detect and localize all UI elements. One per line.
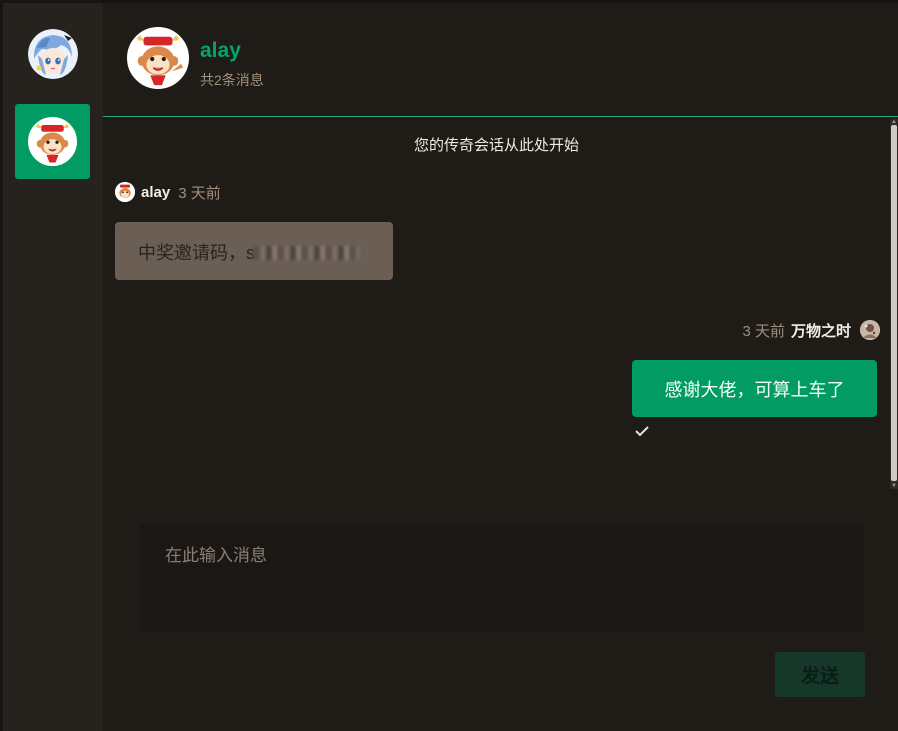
message-count: 共2条消息 [200, 72, 264, 88]
message-text: 中奖邀请码，s [138, 243, 255, 263]
send-button[interactable]: 发送 [775, 652, 865, 697]
monkey-cartoon-avatar-icon [115, 182, 135, 202]
chat-header: alay 共2条消息 [103, 3, 898, 117]
message-time: 3 天前 [742, 322, 785, 340]
message-input[interactable] [140, 525, 864, 632]
redacted-text [253, 246, 359, 260]
message-time: 3 天前 [178, 184, 221, 202]
message-meta: 3 天前 万物之时 [742, 318, 880, 342]
message-bubble-received: 中奖邀请码，s [115, 222, 393, 280]
contact-name: alay [200, 39, 241, 62]
monkey-cartoon-avatar-icon[interactable] [127, 27, 189, 89]
chat-panel: alay 共2条消息 ▲ ▼ 您的传奇会话从此处开始 alay 3 天前 中奖邀… [103, 3, 898, 731]
check-icon [634, 423, 650, 439]
message-meta: alay 3 天前 [115, 181, 221, 203]
user-avatar-icon [860, 320, 880, 340]
scrollbar-thumb[interactable] [891, 125, 897, 481]
message-text: 感谢大佬，可算上车了 [664, 379, 845, 400]
sender-name: 万物之时 [790, 322, 851, 340]
scrollbar[interactable]: ▲ ▼ [890, 119, 898, 489]
sidebar [3, 3, 103, 731]
monkey-cartoon-avatar-icon [28, 117, 77, 166]
sender-name: alay [141, 183, 171, 201]
message-bubble-sent: 感谢大佬，可算上车了 [632, 360, 877, 417]
scroll-down-icon[interactable]: ▼ [890, 483, 898, 489]
conversation-start-note: 您的传奇会话从此处开始 [413, 137, 579, 154]
contact-item-alay[interactable] [15, 104, 90, 179]
anime-girl-avatar-icon[interactable] [28, 29, 78, 79]
